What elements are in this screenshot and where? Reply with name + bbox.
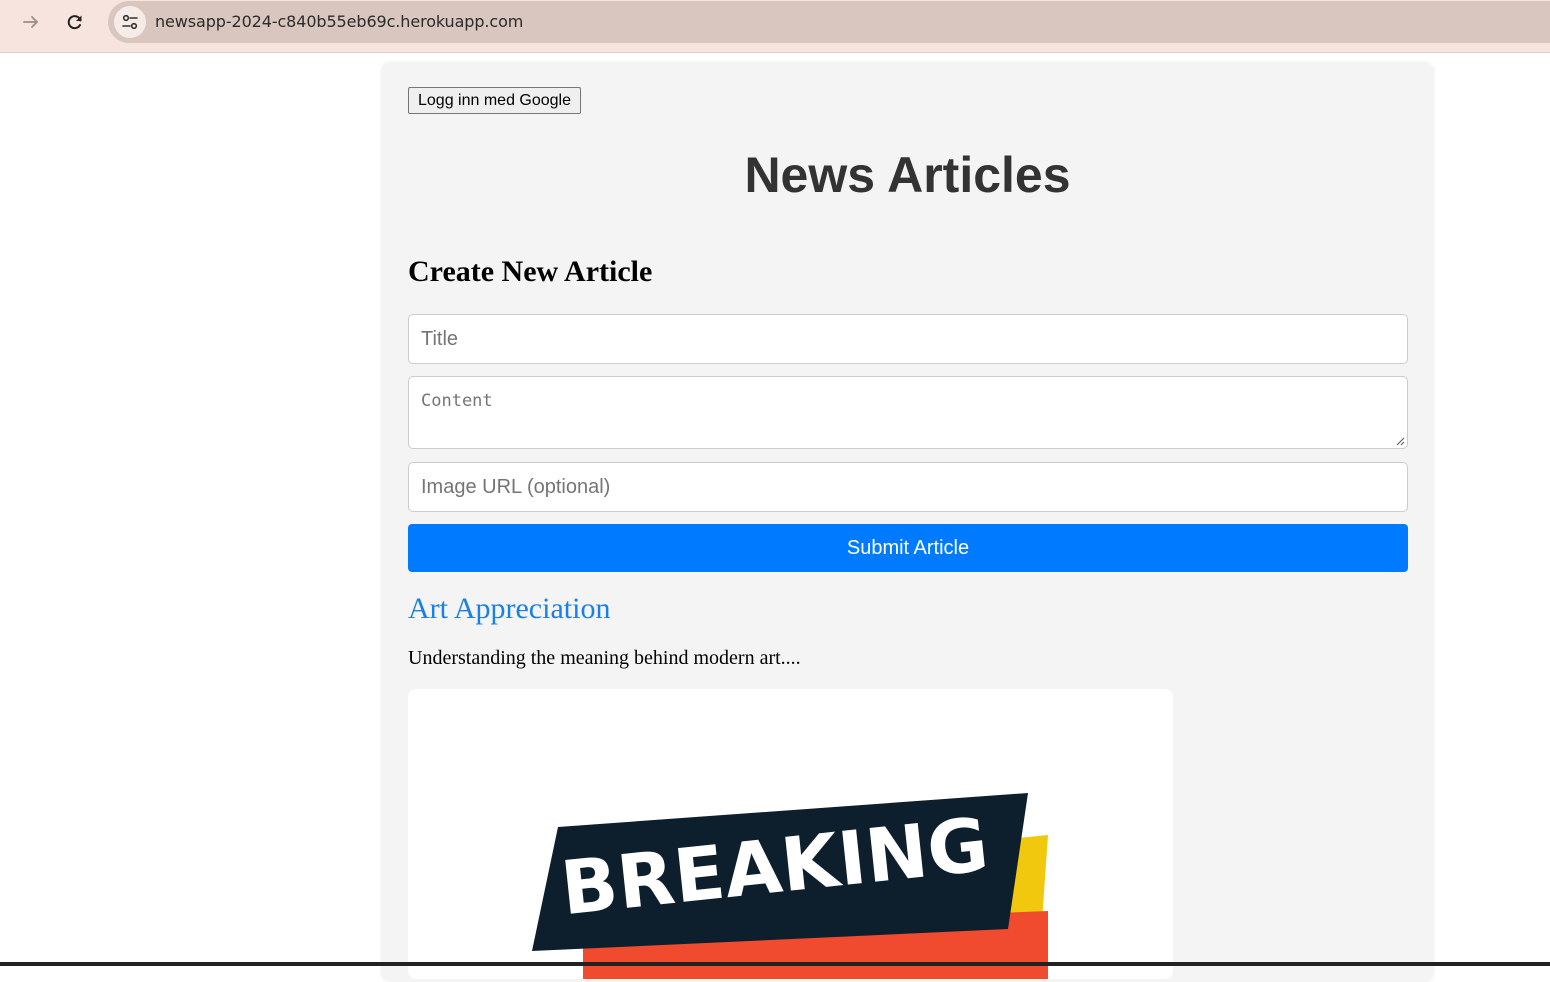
content-placeholder: Content bbox=[421, 391, 493, 411]
reload-icon bbox=[67, 15, 82, 30]
article-image: BREAKING bbox=[408, 689, 1173, 979]
bottom-edge bbox=[0, 962, 1550, 966]
article-title-link[interactable]: Art Appreciation bbox=[408, 590, 610, 628]
forward-button[interactable] bbox=[16, 7, 46, 37]
reload-button[interactable] bbox=[60, 7, 90, 37]
article-excerpt: Understanding the meaning behind modern … bbox=[408, 647, 801, 669]
resize-handle-icon[interactable] bbox=[1395, 436, 1405, 446]
tune-icon bbox=[122, 14, 138, 30]
create-article-heading: Create New Article bbox=[408, 255, 653, 288]
url-text: newsapp-2024-c840b55eb69c.herokuapp.com bbox=[155, 12, 524, 31]
site-info-button[interactable] bbox=[114, 6, 146, 38]
image-url-input[interactable]: Image URL (optional) bbox=[408, 462, 1408, 512]
submit-article-button[interactable]: Submit Article bbox=[408, 524, 1408, 572]
title-placeholder: Title bbox=[421, 328, 459, 350]
forward-arrow-icon bbox=[23, 16, 38, 28]
image-url-placeholder: Image URL (optional) bbox=[421, 476, 611, 498]
content-textarea[interactable]: Content bbox=[408, 376, 1408, 449]
browser-toolbar: newsapp-2024-c840b55eb69c.herokuapp.com bbox=[0, 0, 1550, 53]
page-title: News Articles bbox=[744, 147, 1071, 203]
address-bar[interactable]: newsapp-2024-c840b55eb69c.herokuapp.com bbox=[108, 1, 1550, 43]
breaking-news-graphic: BREAKING bbox=[532, 793, 1048, 979]
title-input[interactable]: Title bbox=[408, 314, 1408, 364]
google-login-button[interactable]: Logg inn med Google bbox=[408, 87, 581, 114]
submit-label: Submit Article bbox=[846, 536, 970, 559]
